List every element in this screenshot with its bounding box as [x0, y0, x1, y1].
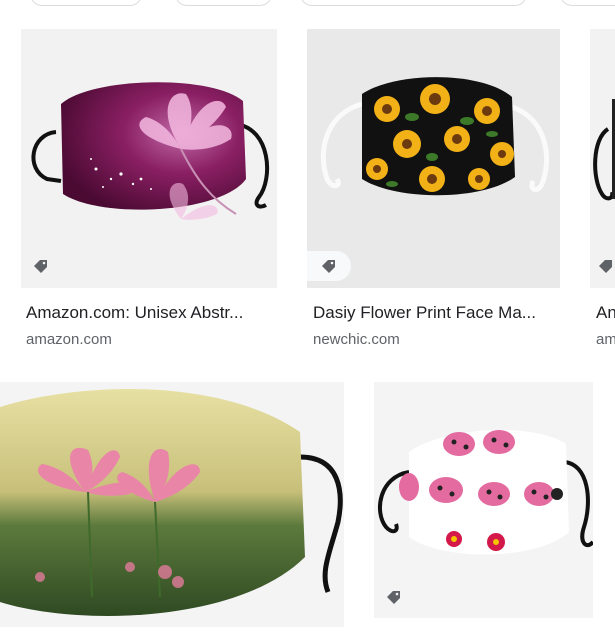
result-image-ladybug-mask[interactable] — [374, 382, 593, 618]
result-title[interactable]: Dasiy Flower Print Face Ma... — [313, 303, 563, 323]
tag-icon — [34, 260, 47, 273]
result-source[interactable]: newchic.com — [313, 331, 400, 348]
filter-chip[interactable] — [560, 0, 615, 6]
tag-icon — [387, 591, 400, 604]
result-image-black-mask[interactable] — [590, 29, 615, 288]
result-image-sunflower-mask[interactable] — [307, 29, 560, 288]
tag-icon — [322, 260, 335, 273]
tag-badge — [21, 251, 61, 281]
filter-chip[interactable] — [300, 0, 527, 6]
result-title[interactable]: Amazon.com: Unisex Abstr... — [26, 303, 276, 323]
tag-badge — [374, 582, 414, 612]
result-image-lotus-mask[interactable] — [0, 382, 344, 627]
filter-chip[interactable] — [175, 0, 272, 6]
result-title[interactable]: An — [596, 303, 615, 323]
result-image-purple-mask[interactable] — [21, 29, 277, 288]
filter-chip[interactable] — [30, 0, 142, 6]
tag-icon — [599, 260, 612, 273]
result-source[interactable]: am — [596, 331, 615, 348]
result-source[interactable]: amazon.com — [26, 331, 112, 348]
tag-badge — [307, 251, 351, 281]
